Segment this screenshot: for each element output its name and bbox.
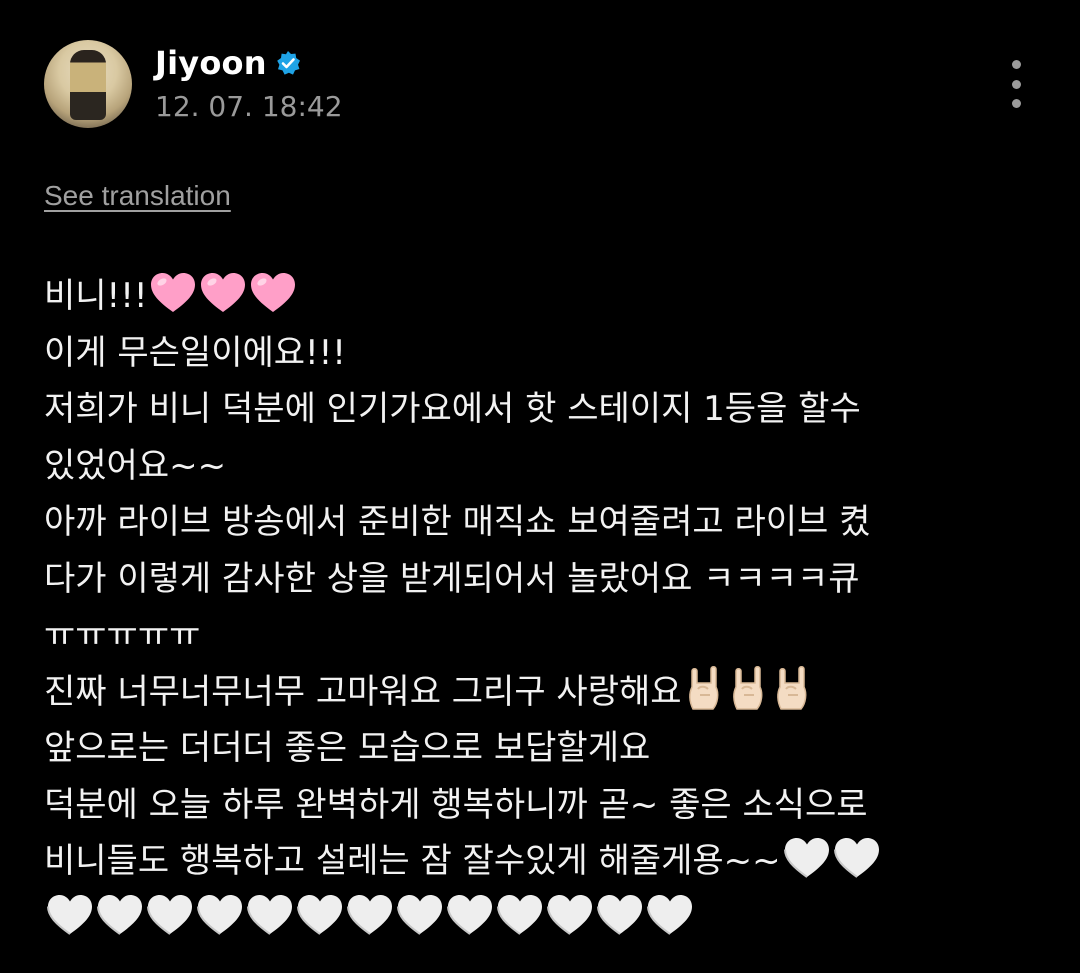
post-line: 아까 라이브 방송에서 준비한 매직쇼 보여줄려고 라이브 켰 bbox=[44, 494, 1040, 551]
post-line: 이게 무슨일이에요!!! bbox=[44, 325, 1040, 382]
sign-of-horns-icon bbox=[728, 665, 770, 711]
post-line-text: 있었어요~~ bbox=[44, 445, 227, 486]
white-heart-icon bbox=[596, 893, 644, 937]
white-heart-icon bbox=[196, 893, 244, 937]
more-options-icon[interactable] bbox=[1004, 60, 1028, 108]
white-heart-icon bbox=[783, 836, 831, 880]
avatar[interactable] bbox=[44, 40, 132, 128]
post-line-text: ㅠㅠㅠㅠㅠ bbox=[44, 615, 201, 655]
post-line: 있었어요~~ bbox=[44, 438, 1040, 495]
post-line-text: 앞으로는 더더더 좋은 모습으로 보답할게요 bbox=[44, 728, 651, 768]
post-line: 저희가 비니 덕분에 인기가요에서 핫 스테이지 1등을 할수 bbox=[44, 381, 1040, 438]
pink-heart-icon bbox=[149, 271, 197, 315]
post-line: 진짜 너무너무너무 고마워요 그리구 사랑해요 bbox=[44, 664, 1040, 721]
white-heart-icon bbox=[546, 893, 594, 937]
white-heart-icon bbox=[246, 893, 294, 937]
post-header: Jiyoon 12. 07. 18:42 bbox=[44, 40, 1040, 130]
white-heart-icon bbox=[46, 893, 94, 937]
white-heart-icon bbox=[396, 893, 444, 937]
post-line-text: 진짜 너무너무너무 고마워요 그리구 사랑해요 bbox=[44, 671, 682, 712]
post-line bbox=[44, 890, 1040, 947]
post-line-text: 이게 무슨일이에요!!! bbox=[44, 332, 346, 373]
pink-heart-icon bbox=[249, 271, 297, 315]
white-heart-icon bbox=[496, 893, 544, 937]
post-line: 다가 이렇게 감사한 상을 받게되어서 놀랐어요 ㅋㅋㅋㅋ큐 bbox=[44, 551, 1040, 608]
author-name[interactable]: Jiyoon bbox=[155, 44, 267, 82]
post-line: 비니!!! bbox=[44, 268, 1040, 325]
post-line: ㅠㅠㅠㅠㅠ bbox=[44, 607, 1040, 664]
white-heart-icon bbox=[296, 893, 344, 937]
see-translation-link[interactable]: See translation bbox=[44, 180, 231, 212]
post-line-text: 저희가 비니 덕분에 인기가요에서 핫 스테이지 1등을 할수 bbox=[44, 389, 861, 429]
white-heart-icon bbox=[646, 893, 694, 937]
white-heart-icon bbox=[446, 893, 494, 937]
post-line-text: 덕분에 오늘 하루 완벽하게 행복하니까 곧~ 좋은 소식으로 bbox=[44, 784, 868, 825]
verified-badge-icon bbox=[275, 50, 301, 76]
post-line-text: 아까 라이브 방송에서 준비한 매직쇼 보여줄려고 라이브 켰 bbox=[44, 502, 871, 542]
post-line-text: 비니!!! bbox=[44, 276, 148, 316]
post-line: 덕분에 오늘 하루 완벽하게 행복하니까 곧~ 좋은 소식으로 bbox=[44, 777, 1040, 834]
post-body: 비니!!! 이게 무슨일이에요!!! 저희가 비니 덕분에 인기가요에서 핫 스… bbox=[44, 268, 1040, 946]
post-line: 앞으로는 더더더 좋은 모습으로 보답할게요 bbox=[44, 720, 1040, 777]
pink-heart-icon bbox=[199, 271, 247, 315]
sign-of-horns-icon bbox=[684, 665, 726, 711]
white-heart-icon bbox=[96, 893, 144, 937]
post-timestamp: 12. 07. 18:42 bbox=[155, 90, 343, 123]
author-row: Jiyoon bbox=[155, 44, 301, 82]
white-heart-icon bbox=[146, 893, 194, 937]
white-heart-icon bbox=[833, 836, 881, 880]
sign-of-horns-icon bbox=[772, 665, 814, 711]
post-line-text: 비니들도 행복하고 설레는 잠 잘수있게 해줄게용~~ bbox=[44, 841, 781, 881]
post-line-text: 다가 이렇게 감사한 상을 받게되어서 놀랐어요 ㅋㅋㅋㅋ큐 bbox=[44, 558, 860, 599]
post-line: 비니들도 행복하고 설레는 잠 잘수있게 해줄게용~~ bbox=[44, 833, 1040, 890]
white-heart-icon bbox=[346, 893, 394, 937]
